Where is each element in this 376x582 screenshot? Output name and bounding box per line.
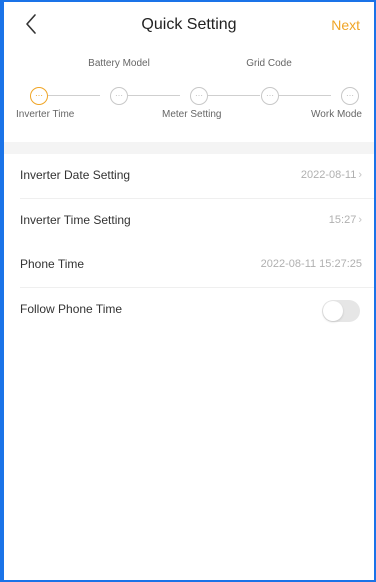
ellipsis-icon: ⋯ <box>35 91 43 100</box>
section-gap <box>4 142 374 154</box>
inverter-date-value: 2022-08-11 › <box>301 169 362 181</box>
inverter-time-text: 15:27 <box>328 214 357 226</box>
follow-phone-time-toggle[interactable] <box>322 300 360 322</box>
follow-phone-time-row: Follow Phone Time <box>4 288 374 332</box>
next-button[interactable]: Next <box>331 17 360 33</box>
ellipsis-icon: ⋯ <box>195 91 203 100</box>
step-label-meter-setting: Meter Setting <box>162 109 222 120</box>
phone-time-value: 2022-08-11 15:27:25 <box>260 258 362 270</box>
step-node-grid-code[interactable]: ⋯ <box>261 87 279 105</box>
inverter-time-row[interactable]: Inverter Time Setting 15:27 › <box>4 199 374 243</box>
ellipsis-icon: ⋯ <box>266 91 274 100</box>
ellipsis-icon: ⋯ <box>346 91 354 100</box>
step-indicator: Battery Model Grid Code ⋯ ⋯ ⋯ ⋯ ⋯ Invert… <box>4 46 374 142</box>
empty-content-area <box>4 332 374 580</box>
app-frame: Quick Setting Next Battery Model Grid Co… <box>0 0 376 582</box>
phone-time-row: Phone Time 2022-08-11 15:27:25 <box>4 243 374 287</box>
inverter-date-row[interactable]: Inverter Date Setting 2022-08-11 › <box>4 154 374 198</box>
ellipsis-icon: ⋯ <box>115 91 123 100</box>
step-connector <box>128 95 180 96</box>
step-node-work-mode[interactable]: ⋯ <box>341 87 359 105</box>
step-node-meter-setting[interactable]: ⋯ <box>190 87 208 105</box>
step-label-grid-code: Grid Code <box>246 58 292 69</box>
header: Quick Setting Next <box>4 2 374 46</box>
inverter-date-text: 2022-08-11 <box>300 169 357 181</box>
inverter-time-value: 15:27 › <box>329 214 362 226</box>
step-node-inverter-time[interactable]: ⋯ <box>30 87 48 105</box>
toggle-knob <box>323 301 343 321</box>
page-title: Quick Setting <box>141 16 237 33</box>
step-node-battery-model[interactable]: ⋯ <box>110 87 128 105</box>
chevron-right-icon: › <box>358 214 362 226</box>
inverter-date-label: Inverter Date Setting <box>20 168 131 182</box>
step-label-inverter-time: Inverter Time <box>16 109 75 120</box>
follow-phone-time-label: Follow Phone Time <box>20 302 123 316</box>
chevron-right-icon: › <box>358 169 362 181</box>
step-connector <box>279 95 331 96</box>
step-connector <box>48 95 100 96</box>
inverter-time-label: Inverter Time Setting <box>20 213 131 227</box>
phone-time-label: Phone Time <box>20 257 85 271</box>
step-connector <box>208 95 260 96</box>
step-label-work-mode: Work Mode <box>311 109 362 120</box>
step-label-battery-model: Battery Model <box>88 58 150 69</box>
